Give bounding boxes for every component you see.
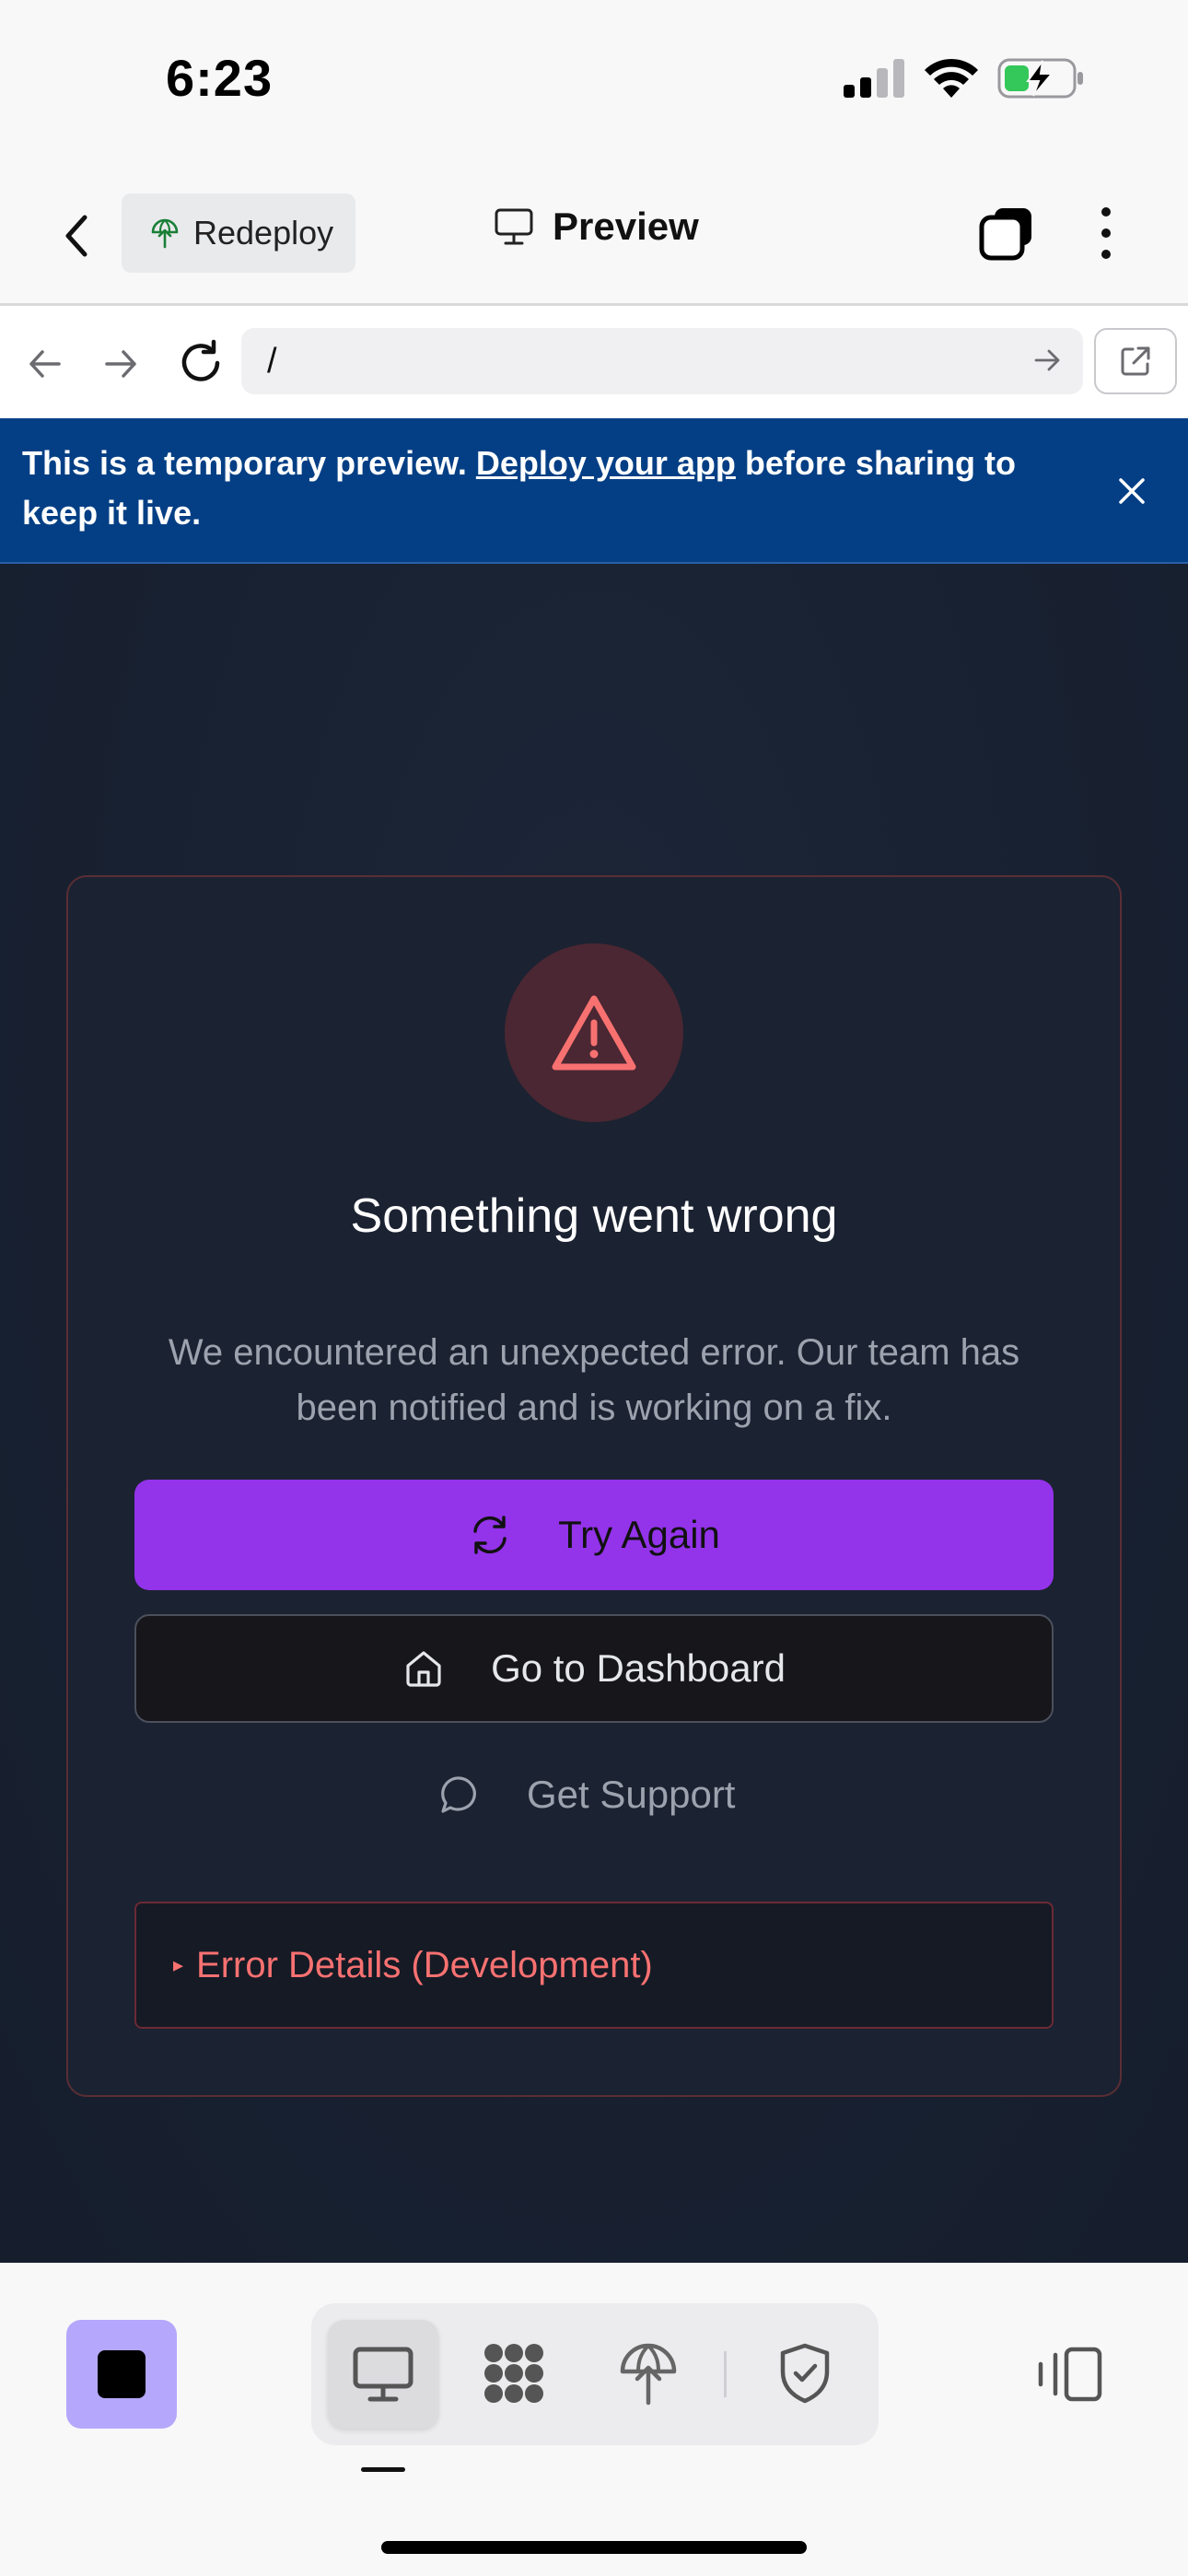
warning-badge [505,943,683,1122]
go-to-dashboard-button[interactable]: Go to Dashboard [134,1614,1054,1723]
deploy-app-link[interactable]: Deploy your app [476,444,736,482]
try-again-button[interactable]: Try Again [134,1480,1054,1590]
close-icon[interactable] [1114,474,1149,509]
support-label: Get Support [527,1773,736,1816]
shield-check-icon[interactable] [772,2340,838,2406]
deploy-icon[interactable] [615,2340,681,2406]
monitor-icon [495,208,533,245]
panel-toggle-icon[interactable] [1031,2344,1105,2405]
status-time: 6:23 [166,49,274,107]
home-indicator [381,2541,807,2554]
tabs-icon[interactable] [978,205,1035,262]
chevron-left-icon[interactable] [57,210,98,262]
go-arrow-icon[interactable] [1031,345,1063,376]
home-icon [406,1651,441,1687]
stop-icon [98,2350,146,2398]
toolbar-divider [724,2351,727,2397]
apps-icon[interactable] [481,2340,547,2406]
page-title-text: Preview [553,205,699,248]
banner-text-start: This is a temporary preview. [22,444,476,482]
url-input[interactable]: / [241,328,1083,394]
url-text: / [267,341,277,381]
stop-button[interactable] [66,2320,177,2429]
error-title: Something went wrong [350,1189,838,1243]
warning-icon [552,995,636,1071]
dashboard-label: Go to Dashboard [491,1646,786,1690]
battery-charging-icon [997,58,1083,99]
deploy-icon [151,218,179,249]
redeploy-label: Redeploy [193,214,334,252]
active-tab-indicator [361,2467,405,2472]
try-again-label: Try Again [558,1513,720,1556]
get-support-link[interactable]: Get Support [438,1773,735,1817]
redeploy-button[interactable]: Redeploy [122,193,355,273]
error-description: We encountered an unexpected error. Our … [168,1332,1020,1428]
monitor-icon[interactable] [350,2340,416,2406]
page-title: Preview [494,205,699,249]
error-details-label: Error Details (Development) [196,1944,653,1985]
open-external-button[interactable] [1094,328,1177,394]
disclosure-triangle-icon: ▸ [173,1953,184,1976]
external-link-icon [1121,346,1150,376]
arrow-right-icon[interactable] [99,343,142,385]
reload-icon[interactable] [175,337,227,389]
error-details-toggle[interactable]: ▸ Error Details (Development) [134,1902,1054,2029]
arrow-left-icon[interactable] [24,343,66,385]
chat-bubble-icon [441,1776,476,1813]
more-vertical-icon[interactable] [1092,205,1120,262]
cellular-signal-icon [844,59,904,98]
banner-message: This is a temporary preview. Deploy your… [22,439,1072,538]
refresh-icon [473,1516,507,1554]
wifi-icon [925,58,978,98]
